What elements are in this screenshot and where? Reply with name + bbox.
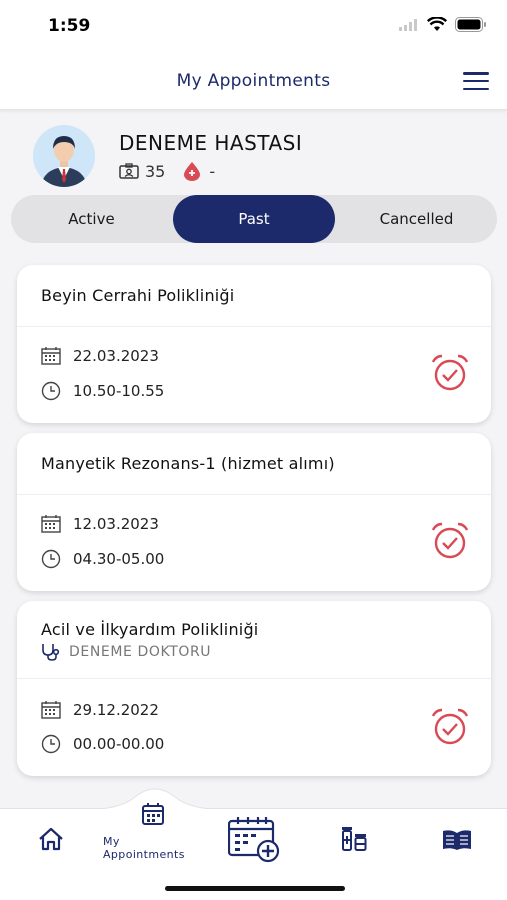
appointment-time: 00.00-00.00 (73, 735, 165, 753)
status-icons (399, 17, 487, 32)
appointment-card[interactable]: Acil ve İlkyardım Polikliniği DENEME DOK… (17, 601, 491, 776)
appointment-date: 12.03.2023 (73, 515, 159, 533)
status-bar: 1:59 (0, 0, 507, 52)
home-indicator[interactable] (165, 886, 345, 891)
appointment-card[interactable]: Beyin Cerrahi Polikliniği 22.03.2023 10.… (17, 265, 491, 423)
calendar-icon[interactable] (142, 803, 164, 825)
tab-cancelled[interactable]: Cancelled (336, 195, 497, 243)
appointment-title: Acil ve İlkyardım Polikliniği (41, 620, 259, 639)
book-icon[interactable] (441, 829, 473, 851)
patient-age: 35 (145, 161, 166, 181)
appointment-card[interactable]: Manyetik Rezonans-1 (hizmet alımı) 12.03… (17, 433, 491, 591)
avatar (33, 125, 95, 187)
stethoscope-icon (42, 644, 60, 661)
calendar-icon (41, 515, 61, 533)
doctor-name: DENEME DOKTORU (69, 644, 212, 660)
wifi-icon (427, 17, 447, 31)
blood-type: - (209, 161, 216, 181)
tab-past[interactable]: Past (173, 195, 335, 243)
appointment-title: Manyetik Rezonans-1 (hizmet alımı) (41, 454, 335, 473)
id-card-icon (119, 163, 139, 179)
nav-label-my-appointments[interactable]: My Appointments (103, 835, 201, 861)
medication-icon[interactable] (341, 826, 367, 852)
appointment-title: Beyin Cerrahi Polikliniği (41, 286, 235, 305)
blood-drop-icon (184, 162, 201, 181)
alarm-check-icon[interactable] (431, 708, 469, 746)
user-avatar-icon (33, 125, 95, 187)
calendar-add-icon[interactable] (228, 817, 282, 863)
signal-icon (399, 18, 417, 31)
appointment-time: 10.50-10.55 (73, 382, 165, 400)
appointment-date: 22.03.2023 (73, 347, 159, 365)
clock-icon (41, 734, 61, 754)
page-title: My Appointments (176, 71, 331, 91)
calendar-icon (41, 701, 61, 719)
patient-profile: DENEME HASTASI 35 - (33, 125, 302, 187)
battery-icon (455, 17, 486, 32)
patient-name: DENEME HASTASI (119, 131, 303, 155)
alarm-check-icon[interactable] (431, 354, 469, 392)
clock-icon (41, 381, 61, 401)
appointment-time: 04.30-05.00 (73, 550, 165, 568)
clock-icon (41, 549, 61, 569)
tab-active[interactable]: Active (11, 195, 172, 243)
app-header: My Appointments (0, 52, 507, 110)
appointment-tabs: Active Past Cancelled (11, 195, 497, 243)
alarm-check-icon[interactable] (431, 522, 469, 560)
hamburger-menu-icon[interactable] (463, 72, 489, 90)
status-time: 1:59 (48, 16, 91, 36)
doctor-name-row: DENEME DOKTORU (41, 643, 467, 661)
appointment-date: 29.12.2022 (73, 701, 159, 719)
calendar-icon (41, 347, 61, 365)
home-icon[interactable] (38, 827, 64, 851)
